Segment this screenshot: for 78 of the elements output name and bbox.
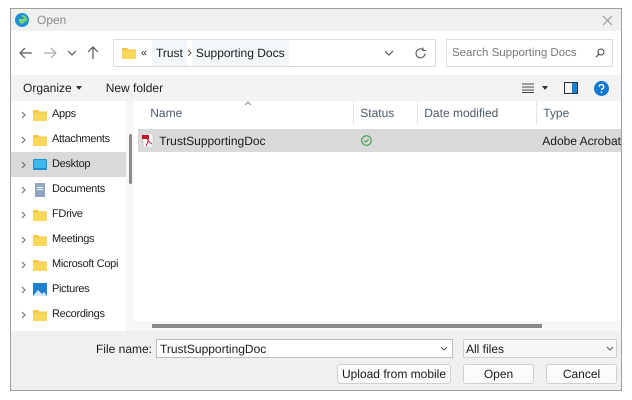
- file-row[interactable]: TrustSupportingDoc Adobe Acrobat: [138, 129, 621, 152]
- chevron-right-icon[interactable]: [21, 260, 26, 268]
- dialog-button[interactable]: Open: [463, 364, 534, 384]
- sort-caret-icon[interactable]: [244, 101, 252, 105]
- dialog-button[interactable]: Upload from mobile: [336, 364, 451, 384]
- sidebar-item[interactable]: Microsoft Copi: [11, 252, 126, 277]
- sidebar-item[interactable]: FDrive: [11, 202, 126, 227]
- folder-icon: [33, 258, 47, 270]
- column-header[interactable]: Status: [353, 101, 418, 125]
- new-folder-button[interactable]: New folder: [106, 79, 164, 97]
- chevron-down-icon[interactable]: [66, 50, 77, 56]
- sidebar-label: Desktop: [52, 157, 90, 172]
- horizontal-scrollbar-thumb[interactable]: [152, 324, 542, 328]
- sidebar-item[interactable]: Desktop: [11, 152, 126, 177]
- dialog-button[interactable]: Cancel: [546, 364, 617, 384]
- column-header[interactable]: Type: [536, 101, 616, 125]
- folder-icon: [33, 108, 47, 120]
- search-icon: [594, 48, 605, 58]
- sidebar-item[interactable]: Meetings: [11, 227, 126, 252]
- file-name-field[interactable]: TrustSupportingDoc: [156, 339, 453, 358]
- organize-button[interactable]: Organize: [23, 79, 82, 97]
- sidebar-label: Pictures: [52, 282, 90, 298]
- folder-icon: [33, 308, 47, 320]
- chevron-right-icon[interactable]: [21, 236, 26, 244]
- sidebar-label: FDrive: [52, 207, 83, 222]
- chevron-right-icon[interactable]: [21, 186, 26, 194]
- monitor-icon: [33, 158, 47, 170]
- address-bar[interactable]: « Trust Supporting Docs: [112, 39, 436, 67]
- sidebar-label: Documents: [52, 182, 105, 198]
- chevron-down-icon: [606, 346, 614, 351]
- caret-icon[interactable]: [542, 86, 548, 90]
- file-type: Adobe Acrobat: [541, 132, 621, 150]
- sidebar-item[interactable]: Pictures: [11, 277, 126, 302]
- breadcrumb[interactable]: Supporting Docs: [192, 40, 289, 66]
- file-name-label: File name:: [96, 340, 152, 358]
- browser-logo-icon: [15, 13, 29, 27]
- picture-icon: [33, 283, 47, 296]
- pdf-file-icon: [142, 134, 154, 147]
- back-arrow-icon[interactable]: [19, 47, 33, 59]
- folder-icon: [122, 47, 136, 59]
- sidebar-item[interactable]: Documents: [11, 177, 126, 202]
- scrollbar-thumb[interactable]: [128, 134, 132, 184]
- overflow-chevrons[interactable]: «: [140, 44, 147, 62]
- chevron-right-icon[interactable]: [21, 136, 26, 144]
- sidebar-label: Meetings: [52, 232, 94, 248]
- caret-icon: [76, 86, 82, 90]
- folder-icon: [33, 208, 47, 220]
- sidebar-label: Microsoft Copi: [52, 257, 118, 272]
- sidebar-label: Apps: [52, 107, 76, 122]
- chevron-right-icon[interactable]: [21, 210, 26, 218]
- chevron-right-icon[interactable]: [21, 286, 26, 294]
- search-field[interactable]: Search Supporting Docs: [446, 39, 613, 67]
- sidebar-item[interactable]: Apps: [11, 102, 126, 127]
- chevron-right-icon: [186, 49, 192, 57]
- preview-pane-icon[interactable]: [564, 82, 578, 94]
- sidebar-item[interactable]: Recordings: [11, 302, 126, 327]
- list-view-icon[interactable]: [522, 83, 534, 93]
- help-icon[interactable]: [594, 80, 609, 96]
- file-type-dropdown[interactable]: All files: [463, 339, 617, 358]
- up-arrow-icon[interactable]: [86, 46, 99, 60]
- breadcrumb[interactable]: Trust: [152, 40, 187, 66]
- sidebar-label: Recordings: [52, 307, 105, 322]
- refresh-icon[interactable]: [414, 46, 427, 60]
- column-header[interactable]: Date modified: [417, 101, 536, 125]
- chevron-right-icon[interactable]: [21, 310, 26, 318]
- sidebar-label: Attachments: [52, 132, 110, 148]
- document-icon: [34, 182, 46, 196]
- file-name: TrustSupportingDoc: [159, 132, 266, 150]
- folder-icon: [33, 134, 47, 146]
- chevron-right-icon[interactable]: [21, 110, 26, 118]
- sidebar-item[interactable]: Attachments: [11, 127, 126, 152]
- chevron-right-icon[interactable]: [21, 160, 26, 168]
- chevron-down-icon[interactable]: [384, 50, 394, 56]
- folder-icon: [33, 234, 47, 246]
- column-header[interactable]: Name: [138, 101, 354, 125]
- close-icon: [602, 14, 612, 26]
- window-title: Open: [37, 12, 66, 29]
- chevron-down-icon[interactable]: [440, 346, 448, 351]
